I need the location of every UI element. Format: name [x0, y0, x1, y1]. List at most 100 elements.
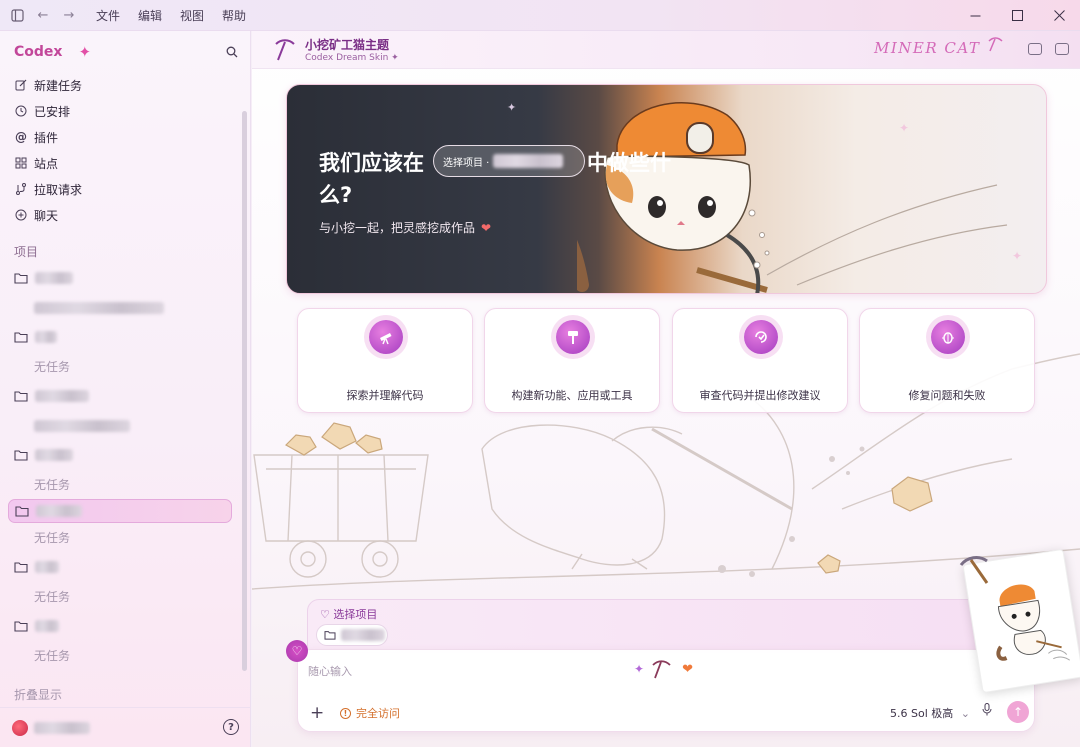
- projects-section-label: 项目: [14, 245, 39, 259]
- sidebar-toggle-icon[interactable]: [4, 0, 30, 31]
- minimize-button[interactable]: [954, 0, 996, 31]
- search-icon[interactable]: [222, 42, 242, 62]
- menu-view[interactable]: 视图: [180, 7, 204, 24]
- project-chip[interactable]: [316, 624, 388, 646]
- prompt-box[interactable]: 随心输入 ✦ ❤ + ! 完全访问 5.6 Sol 极高 ⌄ ↑: [297, 649, 1035, 732]
- redacted-project-name: [36, 505, 82, 517]
- prompt-input[interactable]: 随心输入: [308, 663, 352, 679]
- project-list: 无任务 无任务 无任务 无任务 无任务: [0, 263, 240, 670]
- nav-item-pull-requests[interactable]: 拉取请求: [0, 176, 251, 202]
- hero-question-part2: 中做些什: [587, 151, 671, 175]
- chevron-down-icon: ⌄: [960, 707, 970, 720]
- full-access-button[interactable]: ! 完全访问: [340, 705, 400, 721]
- project-item-active[interactable]: [8, 499, 232, 523]
- maximize-button[interactable]: [996, 0, 1038, 31]
- bug-icon: [931, 320, 965, 354]
- sparkle-icon: ✦: [1012, 249, 1023, 263]
- microphone-icon[interactable]: [982, 703, 992, 719]
- redacted-project-name: [35, 272, 73, 284]
- nav-item-sites[interactable]: 站点: [0, 150, 251, 176]
- project-item[interactable]: [0, 440, 240, 470]
- close-button[interactable]: [1038, 0, 1080, 31]
- nav-item-chat[interactable]: 聊天: [0, 202, 251, 228]
- project-picker-pill[interactable]: 选择项目 ·: [433, 145, 585, 177]
- review-icon: [744, 320, 778, 354]
- redacted-task-name: [34, 301, 164, 314]
- back-arrow-icon[interactable]: ←: [30, 0, 56, 31]
- project-item[interactable]: [0, 611, 240, 641]
- project-item[interactable]: [0, 552, 240, 582]
- pickaxe-logo-icon: [275, 39, 295, 61]
- no-task-label: 无任务: [34, 649, 71, 663]
- card-explore-code[interactable]: 探索并理解代码: [297, 308, 473, 413]
- warning-icon: !: [340, 707, 351, 719]
- card-review-code[interactable]: 审查代码并提出修改建议: [672, 308, 848, 413]
- nav-label: 站点: [34, 156, 59, 171]
- panel-toggle-icon[interactable]: [1028, 43, 1042, 55]
- project-item[interactable]: [0, 322, 240, 352]
- select-project-button[interactable]: ♡ 选择项目: [320, 606, 377, 622]
- task-item[interactable]: [0, 293, 240, 322]
- nav-label: 已安排: [34, 104, 71, 119]
- nav-item-scheduled[interactable]: 已安排: [0, 98, 251, 124]
- project-selector-bar: ♡ 选择项目: [307, 599, 1025, 653]
- heart-icon: ❤: [481, 221, 492, 235]
- sparkle-icon: ✦: [634, 662, 645, 676]
- theme-subtitle: Codex Dream Skin ✦: [305, 53, 399, 63]
- theme-title: 小挖矿工猫主题: [305, 38, 390, 52]
- redacted-user-name: [34, 721, 90, 734]
- full-access-label: 完全访问: [356, 707, 400, 720]
- pickaxe-icon: [652, 660, 671, 679]
- folder-icon: [15, 506, 29, 517]
- help-icon[interactable]: ?: [223, 719, 239, 735]
- add-attachment-button[interactable]: +: [310, 703, 324, 723]
- card-label: 审查代码并提出修改建议: [699, 389, 821, 402]
- window-toggle-icon[interactable]: [1055, 43, 1069, 55]
- card-label: 构建新功能、应用或工具: [511, 389, 633, 402]
- folder-icon: [14, 391, 28, 402]
- hero-subtitle-text: 与小挖一起，把灵感挖成作品: [319, 221, 476, 235]
- clock-icon: [14, 104, 28, 118]
- decorations: ✦ ❤: [634, 659, 693, 679]
- project-item[interactable]: [0, 263, 240, 293]
- redacted-task-name: [34, 419, 130, 432]
- nav-label: 新建任务: [34, 78, 83, 93]
- brand: Codex ✦: [14, 43, 91, 61]
- card-build-feature[interactable]: 构建新功能、应用或工具: [484, 308, 660, 413]
- hero-subtitle: 与小挖一起，把灵感挖成作品 ❤: [319, 219, 491, 236]
- pickaxe-icon: [959, 556, 989, 584]
- hero-banner: ✦ ✦ ✦ 我们应该在 选择项目 · 中做些什 么? 与小挖一起，把灵感挖成作品…: [286, 84, 1047, 294]
- heart-icon: ❤: [682, 661, 693, 677]
- sparkle-icon: ✦: [78, 43, 92, 61]
- folder-icon: [14, 332, 28, 343]
- heart-bubble-icon[interactable]: ♡: [286, 640, 308, 662]
- nav-label: 聊天: [34, 208, 59, 223]
- suggestion-cards: 探索并理解代码 构建新功能、应用或工具 审查代码并提出修改建议 修复问题和失败: [297, 308, 1037, 413]
- card-fix-issues[interactable]: 修复问题和失败: [859, 308, 1035, 413]
- project-item[interactable]: [0, 381, 240, 411]
- nav-item-plugins[interactable]: @ 插件: [0, 124, 251, 150]
- no-task-label: 无任务: [34, 478, 71, 492]
- send-button[interactable]: ↑: [1007, 701, 1029, 723]
- collapse-label[interactable]: 折叠显示: [14, 686, 62, 703]
- redacted-project-name: [341, 629, 385, 641]
- redacted-project-name: [35, 390, 89, 402]
- menu-edit[interactable]: 编辑: [138, 7, 162, 24]
- forward-arrow-icon[interactable]: →: [56, 0, 82, 31]
- sidebar-scrollbar[interactable]: [242, 111, 247, 671]
- redacted-project-name: [35, 620, 59, 632]
- edit-icon: [14, 78, 28, 92]
- main-header: 小挖矿工猫主题 Codex Dream Skin ✦ MINER CAT: [252, 31, 1080, 69]
- nav-item-new-task[interactable]: 新建任务: [0, 72, 251, 98]
- hammer-icon: [556, 320, 590, 354]
- model-selector[interactable]: 5.6 Sol 极高 ⌄: [890, 705, 970, 721]
- window-controls: [954, 0, 1080, 31]
- miner-cat-badge: MINER CAT: [874, 39, 981, 57]
- at-icon: @: [15, 130, 27, 144]
- menu-help[interactable]: 帮助: [222, 7, 246, 24]
- no-task-label: 无任务: [34, 531, 71, 545]
- sidebar-footer: ?: [0, 707, 251, 747]
- task-item[interactable]: [0, 411, 240, 440]
- avatar[interactable]: [12, 719, 28, 736]
- menu-file[interactable]: 文件: [96, 7, 120, 24]
